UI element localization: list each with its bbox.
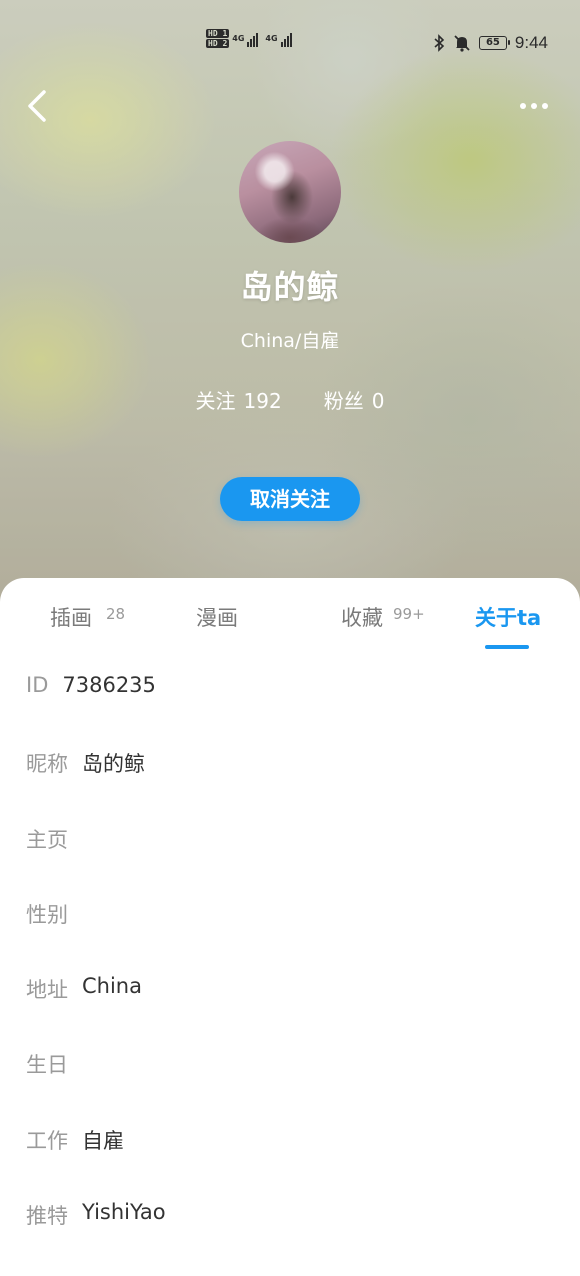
tab-count: 99+ [393, 605, 425, 623]
about-key: 推特 [26, 1204, 68, 1229]
network-type-2: 4G [265, 33, 278, 43]
fans-count: 0 [371, 389, 385, 413]
profile-name: 岛的鲸 [240, 268, 340, 306]
about-key: 主页 [26, 827, 68, 852]
tab-indicator [485, 645, 529, 649]
about-key: 性别 [26, 902, 68, 927]
about-row-address: 地址 China [26, 974, 166, 1049]
about-list: ID 7386235 昵称 岛的鲸 主页 性别 地址 China 生日 工作 自雇 推特… [26, 673, 166, 1275]
fans-label: 粉丝 [323, 389, 364, 413]
about-key: 生日 [26, 1053, 68, 1078]
about-value: 岛的鲸 [82, 752, 145, 777]
tab-label: 收藏 [341, 606, 383, 630]
tab-comics[interactable]: 漫画 [196, 602, 238, 632]
about-key: 地址 [26, 978, 68, 1003]
hd-badges: HD 1 HD 2 [206, 29, 230, 48]
following-count: 192 [243, 389, 282, 413]
profile-sheet: 插画 28 漫画 收藏 99+ 关于ta ID 7386235 昵称 岛的鲸 主页 性别… [0, 578, 580, 1276]
tab-bar: 插画 28 漫画 收藏 99+ 关于ta [0, 578, 580, 656]
status-bar: HD 1 HD 2 4G 4G 65 9:44 [0, 0, 580, 88]
about-row-job: 工作 自雇 [26, 1125, 166, 1200]
bluetooth-icon [434, 34, 445, 52]
about-row-id: ID 7386235 [26, 673, 166, 748]
following-label: 关注 [195, 389, 236, 413]
tab-about[interactable]: 关于ta [475, 602, 541, 632]
tab-illustrations[interactable]: 插画 28 [50, 602, 125, 632]
about-row-gender: 性别 [26, 899, 166, 974]
back-button[interactable] [24, 88, 54, 124]
status-right: 65 9:44 [433, 33, 548, 53]
tab-label: 漫画 [196, 606, 238, 630]
about-row-twitter[interactable]: 推特 YishiYao [26, 1200, 166, 1275]
status-time: 9:44 [514, 33, 548, 52]
about-row-birthday: 生日 [26, 1049, 166, 1124]
hd1-badge: HD 1 [206, 29, 230, 38]
about-key: 昵称 [26, 752, 68, 777]
about-value: 7386235 [62, 673, 156, 697]
hd2-badge: HD 2 [206, 39, 230, 48]
bell-muted-icon [454, 35, 470, 52]
about-key: ID [26, 673, 49, 697]
signal-group: HD 1 HD 2 4G 4G [206, 29, 292, 48]
about-value: China [82, 974, 142, 999]
about-row-nickname: 昵称 岛的鲸 [26, 748, 166, 823]
following-stat[interactable]: 关注 192 [196, 385, 282, 414]
profile-stats: 关注 192 粉丝 0 [0, 385, 580, 414]
more-button[interactable] [516, 96, 552, 116]
chevron-left-icon [28, 90, 46, 122]
about-value: YishiYao [82, 1200, 166, 1225]
tab-count: 28 [106, 605, 126, 623]
tab-favorites[interactable]: 收藏 99+ [341, 602, 425, 632]
profile-subtitle: China/自雇 [240, 330, 340, 352]
signal-bars-2-icon [280, 31, 292, 47]
tab-label: 关于ta [475, 606, 542, 630]
battery-icon: 65 [478, 36, 510, 50]
signal-bars-1-icon [247, 31, 259, 47]
about-key: 工作 [26, 1128, 68, 1153]
tab-label: 插画 [50, 606, 92, 630]
unfollow-button[interactable]: 取消关注 [220, 477, 360, 521]
fans-stat[interactable]: 粉丝 0 [324, 385, 385, 414]
avatar[interactable] [239, 141, 341, 243]
about-value: 自雇 [82, 1128, 124, 1153]
more-horizontal-icon [520, 103, 526, 109]
network-type-1: 4G [232, 33, 245, 43]
about-row-homepage: 主页 [26, 824, 166, 899]
